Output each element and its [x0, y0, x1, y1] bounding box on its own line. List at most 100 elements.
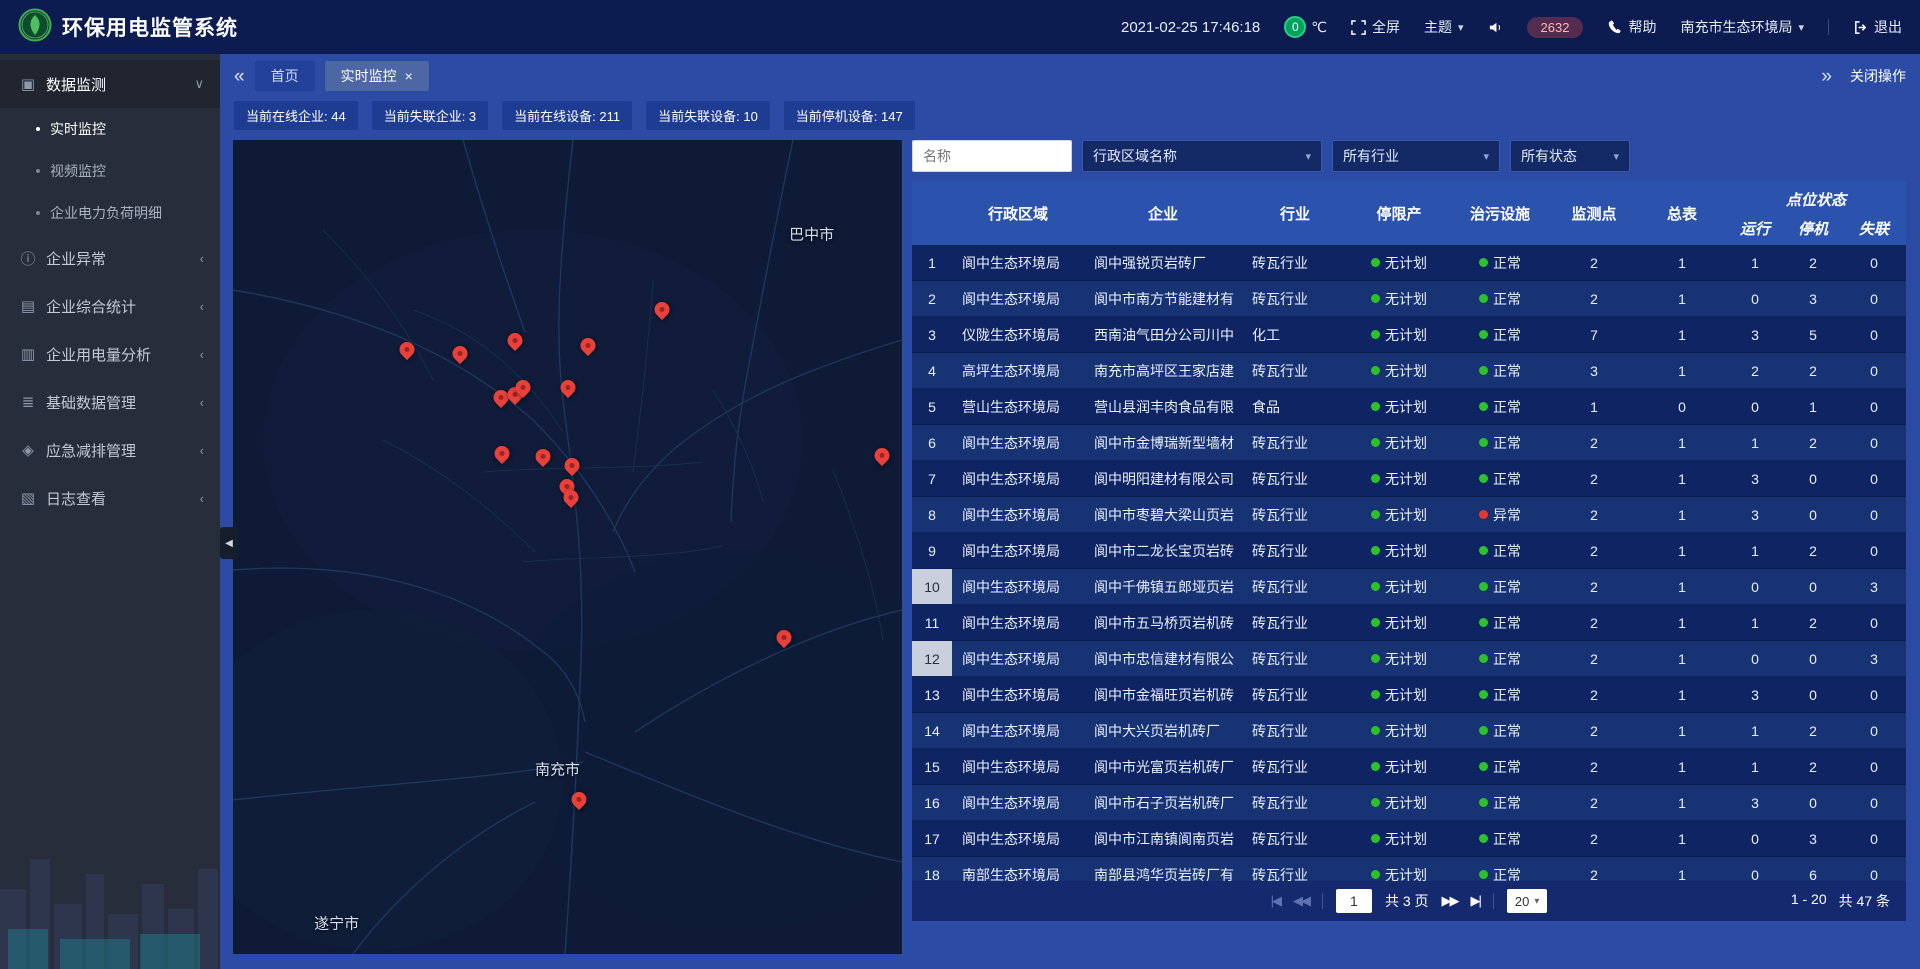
sidebar-group[interactable]: ▣数据监测∨ [0, 60, 220, 108]
close-operations-button[interactable]: 关闭操作 [1850, 66, 1906, 86]
alarm-speaker-button[interactable] [1488, 20, 1503, 35]
region-filter-select[interactable]: 行政区域名称 ▾ [1082, 140, 1322, 172]
table-row[interactable]: 16阆中生态环境局阆中市石子页岩机砖厂砖瓦行业无计划正常21300 [912, 785, 1906, 821]
table-row[interactable]: 15阆中生态环境局阆中市光富页岩机砖厂砖瓦行业无计划正常21120 [912, 749, 1906, 785]
status-dot [1371, 654, 1380, 663]
sidebar: ▣数据监测∨实时监控视频监控企业电力负荷明细ⓘ企业异常‹▤企业综合统计‹▥企业用… [0, 54, 220, 969]
cell-lost: 0 [1842, 389, 1906, 424]
sidebar-group[interactable]: ▥企业用电量分析‹ [0, 330, 220, 378]
sidebar-item[interactable]: 视频监控 [0, 150, 220, 192]
sidebar-group[interactable]: ▤企业综合统计‹ [0, 282, 220, 330]
pagination-bar: |◀ ◀◀ 共 3 页 ▶▶ ▶| 20 ▾ 1 - 20 [912, 881, 1906, 921]
stat-chip: 当前失联企业: 3 [372, 101, 488, 130]
col-limit: 停限产 [1348, 181, 1450, 245]
cell-region: 阆中生态环境局 [952, 605, 1084, 640]
cell-industry: 砖瓦行业 [1242, 857, 1348, 881]
sidebar-group[interactable]: ▧日志查看‹ [0, 474, 220, 522]
table-row[interactable]: 13阆中生态环境局阆中市金福旺页岩机砖砖瓦行业无计划正常21300 [912, 677, 1906, 713]
prev-page-button[interactable]: ◀◀ [1293, 893, 1309, 909]
industry-filter-select[interactable]: 所有行业 ▾ [1332, 140, 1500, 172]
table-row[interactable]: 1阆中生态环境局阆中强锐页岩砖厂砖瓦行业无计划正常21120 [912, 245, 1906, 281]
tabs-scroll-left-icon[interactable]: « [234, 67, 245, 86]
table-row[interactable]: 3仪陇生态环境局西南油气田分公司川中化工无计划正常71350 [912, 317, 1906, 353]
page-number-input[interactable] [1336, 889, 1372, 913]
sidebar-item[interactable]: 实时监控 [0, 108, 220, 150]
table-row[interactable]: 8阆中生态环境局阆中市枣碧大梁山页岩砖瓦行业无计划异常21300 [912, 497, 1906, 533]
logout-label: 退出 [1874, 17, 1902, 37]
table-row[interactable]: 18南部生态环境局南部县鸿华页岩砖厂有砖瓦行业无计划正常21060 [912, 857, 1906, 881]
cell-limit-status: 无计划 [1348, 641, 1450, 676]
cell-rownum: 2 [912, 281, 952, 316]
first-page-button[interactable]: |◀ [1271, 893, 1280, 909]
range-total: 共 47 条 [1839, 891, 1890, 911]
cell-region: 阆中生态环境局 [952, 821, 1084, 856]
tabs-scroll-right-icon[interactable]: » [1821, 67, 1832, 86]
table-row[interactable]: 11阆中生态环境局阆中市五马桥页岩机砖砖瓦行业无计划正常21120 [912, 605, 1906, 641]
table-row[interactable]: 14阆中生态环境局阆中大兴页岩机砖厂砖瓦行业无计划正常21120 [912, 713, 1906, 749]
cell-run: 1 [1726, 425, 1784, 460]
map-panel[interactable]: 巴中市南充市遂宁市 [233, 140, 902, 954]
cell-meters: 1 [1638, 245, 1726, 280]
chevron-icon: ‹ [200, 299, 204, 314]
cell-region: 阆中生态环境局 [952, 533, 1084, 568]
sidebar-group[interactable]: ≣基础数据管理‹ [0, 378, 220, 426]
status-filter-select[interactable]: 所有状态 ▾ [1510, 140, 1630, 172]
cell-region: 阆中生态环境局 [952, 749, 1084, 784]
tab-realtime-monitor[interactable]: 实时监控 × [325, 61, 429, 91]
cell-facility-status: 正常 [1450, 425, 1550, 460]
tab-close-icon[interactable]: × [405, 68, 413, 84]
table-row[interactable]: 17阆中生态环境局阆中市江南镇阆南页岩砖瓦行业无计划正常21030 [912, 821, 1906, 857]
status-dot [1479, 654, 1488, 663]
help-button[interactable]: 帮助 [1607, 17, 1656, 37]
map-city-label: 遂宁市 [314, 913, 359, 934]
cell-meters: 1 [1638, 569, 1726, 604]
help-label: 帮助 [1628, 17, 1656, 37]
table-row[interactable]: 12阆中生态环境局阆中市忠信建材有限公砖瓦行业无计划正常21003 [912, 641, 1906, 677]
bullet-icon [36, 211, 40, 215]
logout-button[interactable]: 退出 [1853, 17, 1902, 37]
map-collapse-button[interactable]: ◀ [220, 527, 238, 559]
last-page-button[interactable]: ▶| [1471, 893, 1480, 909]
log-icon: ▧ [16, 489, 40, 507]
sidebar-group[interactable]: ⓘ企业异常‹ [0, 234, 220, 282]
sidebar-item[interactable]: 企业电力负荷明细 [0, 192, 220, 234]
cell-stop: 0 [1784, 641, 1842, 676]
cell-points: 7 [1550, 317, 1638, 352]
status-dot [1371, 546, 1380, 555]
cell-limit-status: 无计划 [1348, 425, 1450, 460]
cell-company: 阆中市金福旺页岩机砖 [1084, 677, 1242, 712]
pagination-range: 1 - 20 共 47 条 [1791, 891, 1890, 911]
tab-home[interactable]: 首页 [255, 61, 315, 91]
status-dot [1479, 726, 1488, 735]
org-dropdown[interactable]: 南充市生态环境局 ▾ [1680, 17, 1804, 37]
alarm-count-badge[interactable]: 2632 [1527, 17, 1584, 38]
cell-lost: 0 [1842, 821, 1906, 856]
status-dot [1371, 798, 1380, 807]
table-row[interactable]: 4高坪生态环境局南充市高坪区王家店建砖瓦行业无计划正常31220 [912, 353, 1906, 389]
stats-bar: 当前在线企业: 44当前失联企业: 3当前在线设备: 211当前失联设备: 10… [220, 98, 1920, 132]
status-dot [1479, 258, 1488, 267]
chevron-down-icon: ▾ [1798, 21, 1804, 34]
cell-lost: 0 [1842, 785, 1906, 820]
cell-meters: 1 [1638, 713, 1726, 748]
cell-region: 阆中生态环境局 [952, 713, 1084, 748]
table-row[interactable]: 2阆中生态环境局阆中市南方节能建材有砖瓦行业无计划正常21030 [912, 281, 1906, 317]
fullscreen-button[interactable]: 全屏 [1351, 17, 1400, 37]
table-row[interactable]: 5营山生态环境局营山县润丰肉食品有限食品无计划正常10010 [912, 389, 1906, 425]
table-row[interactable]: 7阆中生态环境局阆中明阳建材有限公司砖瓦行业无计划正常21300 [912, 461, 1906, 497]
sidebar-group[interactable]: ◈应急减排管理‹ [0, 426, 220, 474]
cell-facility-status: 正常 [1450, 857, 1550, 881]
table-row[interactable]: 9阆中生态环境局阆中市二龙长宝页岩砖砖瓦行业无计划正常21120 [912, 533, 1906, 569]
cell-points: 2 [1550, 677, 1638, 712]
cell-stop: 0 [1784, 785, 1842, 820]
fullscreen-icon [1351, 20, 1366, 35]
next-page-button[interactable]: ▶▶ [1442, 893, 1458, 909]
cell-lost: 0 [1842, 425, 1906, 460]
table-row[interactable]: 6阆中生态环境局阆中市金博瑞新型墙材砖瓦行业无计划正常21120 [912, 425, 1906, 461]
page-size-select[interactable]: 20 ▾ [1507, 889, 1548, 913]
cell-run: 3 [1726, 317, 1784, 352]
theme-dropdown[interactable]: 主题 ▾ [1424, 17, 1464, 37]
chevron-icon: ‹ [200, 395, 204, 410]
name-filter-input[interactable] [912, 140, 1072, 172]
table-row[interactable]: 10阆中生态环境局阆中千佛镇五郎垭页岩砖瓦行业无计划正常21003 [912, 569, 1906, 605]
